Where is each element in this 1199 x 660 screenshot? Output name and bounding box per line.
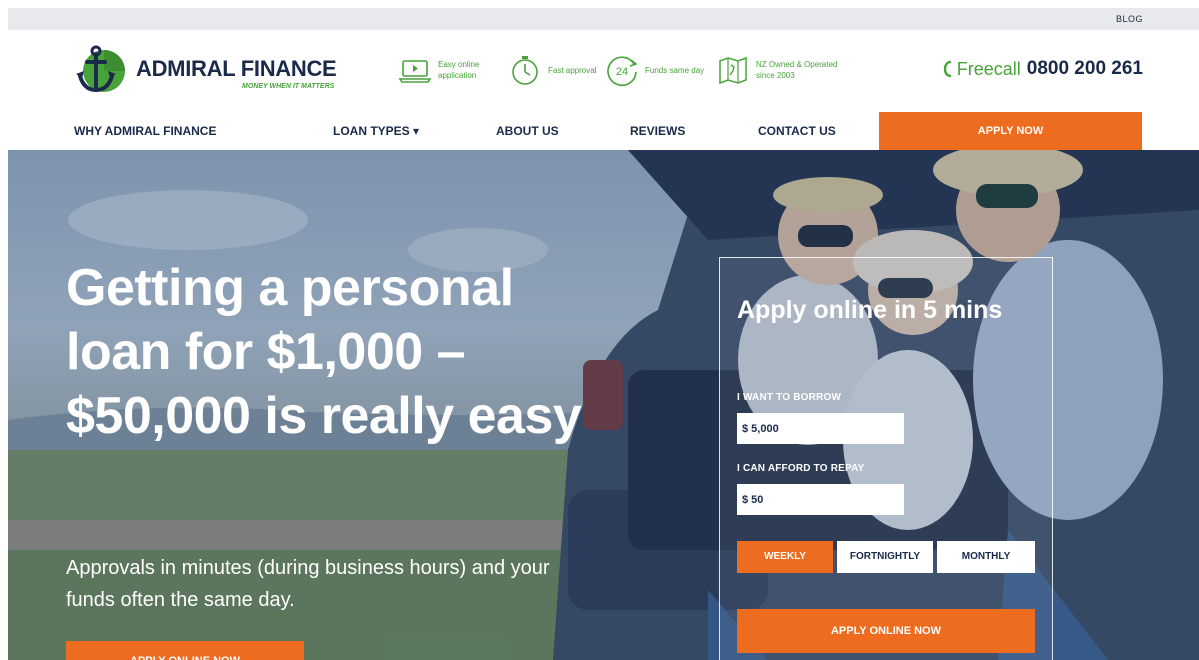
frequency-monthly-button[interactable]: MONTHLY: [937, 541, 1035, 573]
loan-calculator-panel: Apply online in 5 mins I WANT TO BORROW …: [719, 257, 1053, 660]
freecall-phone[interactable]: Freecall 0800 200 261: [943, 58, 1143, 80]
hero-apply-online-button[interactable]: APPLY ONLINE NOW: [66, 641, 304, 660]
phone-number: 0800 200 261: [1026, 58, 1143, 79]
feature-fast-approval: Fast approval: [508, 50, 614, 90]
frequency-weekly-button[interactable]: WEEKLY: [737, 541, 833, 573]
hero-headline: Getting a personal loan for $1,000 – $50…: [66, 259, 582, 445]
laptop-icon: [398, 60, 432, 83]
nav-about-us[interactable]: ABOUT US: [496, 124, 559, 138]
stopwatch-icon: [512, 56, 538, 85]
nav-loan-types-dropdown[interactable]: LOAN TYPES ▾: [333, 124, 419, 138]
feature-text: NZ Owned & Operated since 2003: [756, 60, 838, 80]
repay-amount-label: I CAN AFFORD TO REPAY: [737, 463, 865, 474]
nav-reviews[interactable]: REVIEWS: [630, 124, 685, 138]
nav-contact-us[interactable]: CONTACT US: [758, 124, 836, 138]
nz-map-icon: [719, 56, 747, 85]
hero-banner: Getting a personal loan for $1,000 – $50…: [8, 150, 1199, 660]
borrow-amount-label: I WANT TO BORROW: [737, 392, 842, 403]
feature-text: Funds same day: [645, 65, 705, 75]
brand-name: ADMIRAL FINANCE: [136, 56, 337, 81]
feature-online-application: Easy online application: [398, 50, 504, 90]
calculator-apply-online-button[interactable]: APPLY ONLINE NOW: [737, 609, 1035, 653]
calculator-title: Apply online in 5 mins: [737, 296, 1003, 324]
feature-nz-owned: NZ Owned & Operated since 2003: [716, 50, 856, 90]
apply-now-button[interactable]: APPLY NOW: [879, 112, 1142, 150]
svg-text:24: 24: [616, 66, 628, 78]
blog-link[interactable]: BLOG: [1116, 14, 1143, 24]
top-utility-bar: BLOG: [8, 8, 1199, 30]
brand-tagline: MONEY WHEN IT MATTERS: [242, 83, 335, 90]
main-navigation: WHY ADMIRAL FINANCE LOAN TYPES ▾ ABOUT U…: [8, 112, 1199, 150]
phone-icon: [943, 61, 951, 77]
site-header: ADMIRAL FINANCE MONEY WHEN IT MATTERS Ea…: [8, 30, 1199, 110]
freecall-label: Freecall: [956, 58, 1021, 79]
24-hours-icon: 24: [607, 56, 638, 87]
hero-subtitle: Approvals in minutes (during business ho…: [66, 557, 550, 611]
anchor-logo-icon: [76, 45, 125, 93]
feature-funds-same-day: 24 Funds same day: [605, 50, 711, 90]
brand-logo[interactable]: ADMIRAL FINANCE MONEY WHEN IT MATTERS: [74, 44, 364, 100]
nav-why-admiral-finance[interactable]: WHY ADMIRAL FINANCE: [74, 124, 216, 138]
repay-amount-input[interactable]: [737, 484, 904, 515]
feature-text: Easy online application: [438, 60, 480, 80]
borrow-amount-input[interactable]: [737, 413, 904, 444]
frequency-fortnightly-button[interactable]: FORTNIGHTLY: [837, 541, 933, 573]
